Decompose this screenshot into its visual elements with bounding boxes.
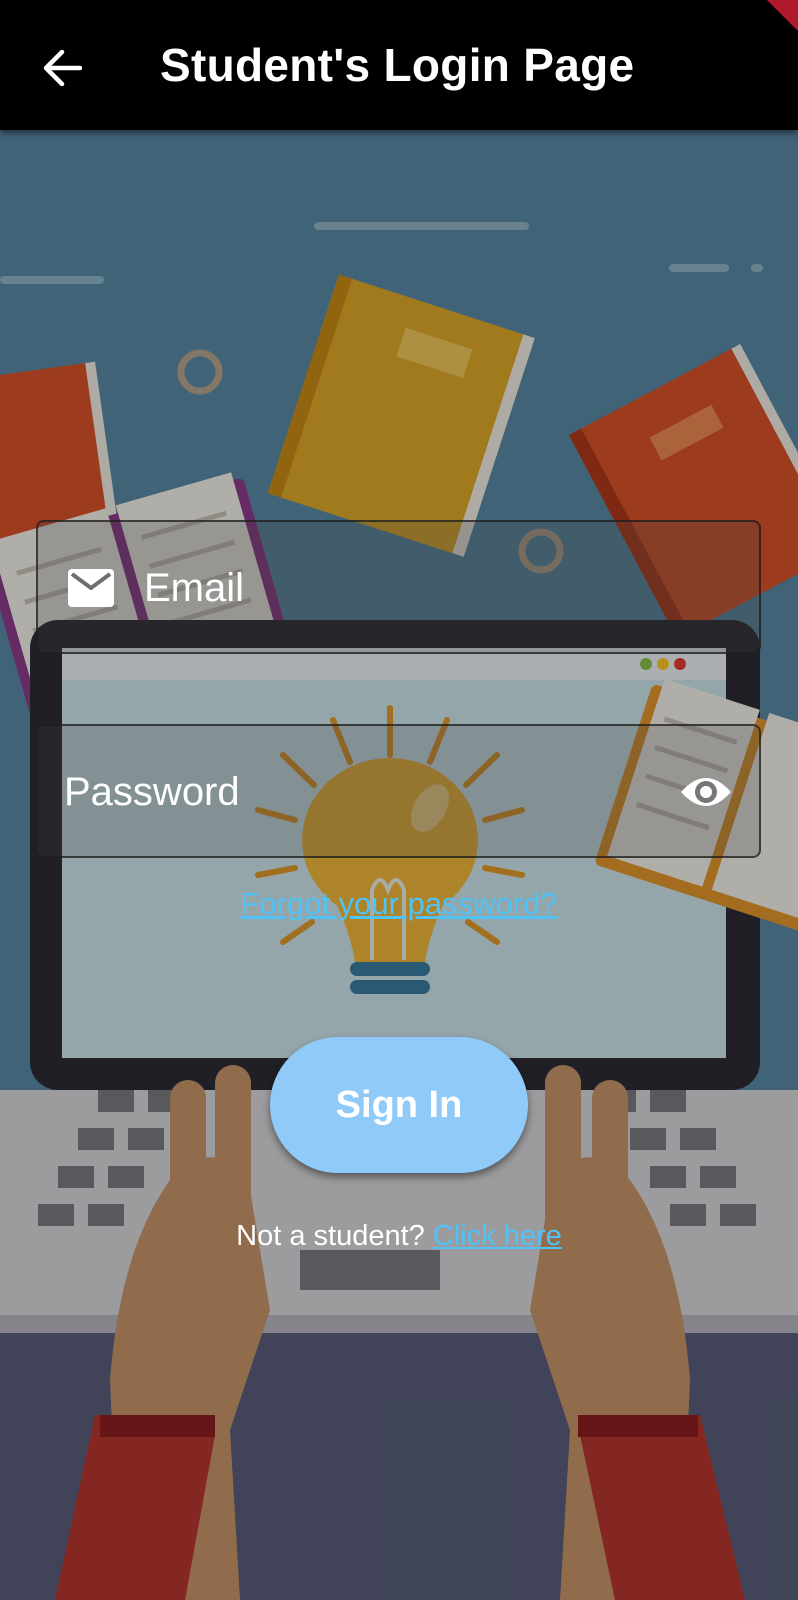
page-title: Student's Login Page — [160, 39, 635, 91]
debug-corner-banner — [754, 0, 798, 44]
click-here-link[interactable]: Click here — [433, 1220, 562, 1252]
back-button[interactable] — [38, 44, 86, 92]
login-form: Email Password Forgot your password? Sig… — [0, 0, 798, 1600]
app-bar: Student's Login Page — [0, 0, 798, 130]
not-student-row: Not a student? Click here — [0, 1220, 798, 1253]
password-placeholder: Password — [64, 770, 240, 814]
password-visibility-toggle[interactable] — [679, 768, 733, 816]
not-student-text: Not a student? — [236, 1220, 425, 1252]
email-placeholder: Email — [144, 566, 245, 610]
sign-in-button[interactable]: Sign In — [270, 1037, 528, 1173]
eye-icon — [681, 778, 731, 806]
email-field[interactable]: Email — [36, 520, 761, 654]
mail-icon — [68, 569, 114, 607]
forgot-password-link[interactable]: Forgot your password? — [0, 886, 798, 922]
password-field[interactable]: Password — [36, 724, 761, 858]
arrow-left-icon — [43, 50, 82, 86]
